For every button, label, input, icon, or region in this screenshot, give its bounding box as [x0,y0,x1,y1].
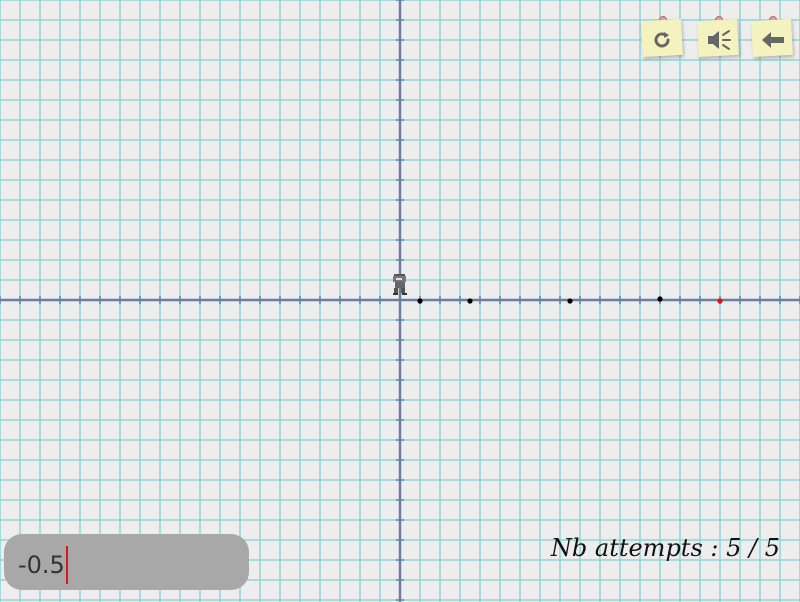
landing-dot [417,298,423,304]
back-button[interactable] [751,16,793,58]
back-arrow-icon [762,32,784,48]
landing-dot [657,296,663,302]
graph-paper-board [0,0,800,602]
answer-value: -0.5 [18,551,65,579]
answer-input[interactable]: -0.5 [4,534,249,590]
reload-button[interactable] [641,16,683,58]
sound-button[interactable] [697,16,739,58]
attempts-counter: Nb attempts : 5 / 5 [550,534,780,562]
target-dot [717,298,723,304]
text-caret [65,546,68,584]
landing-dot [567,298,573,304]
speaker-icon [708,30,731,50]
reload-icon [654,32,670,48]
landing-dot [467,298,473,304]
